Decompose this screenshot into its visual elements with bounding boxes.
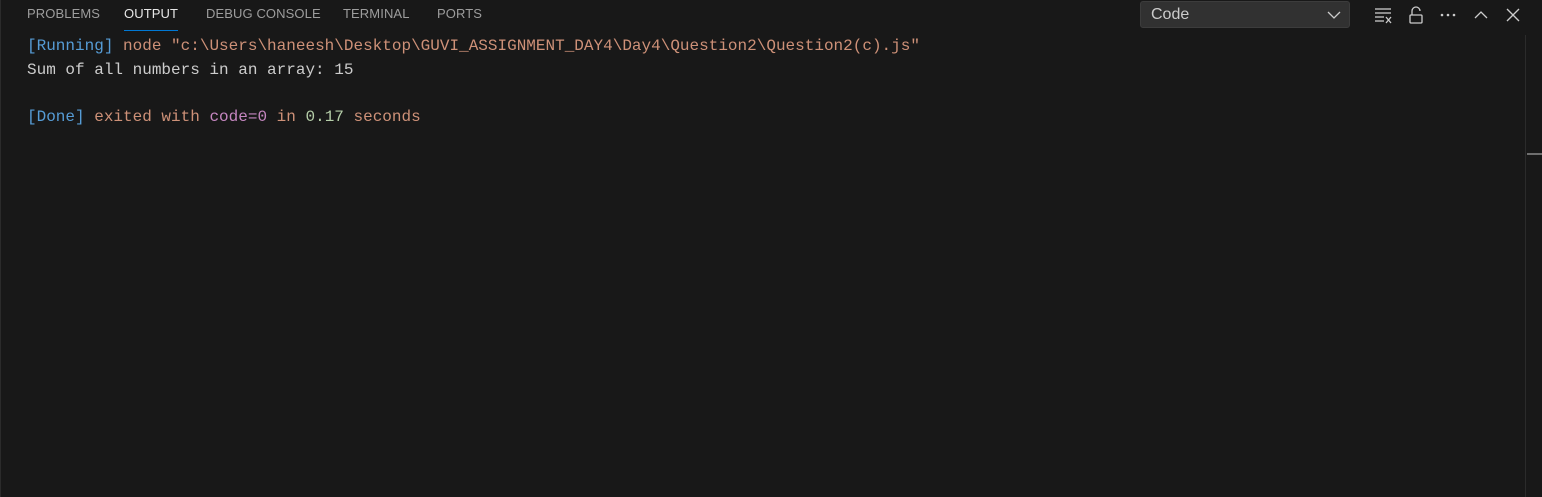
in-text: in (276, 108, 296, 127)
clear-output-icon[interactable] (1372, 4, 1394, 26)
output-log: [Running] node "c:\Users\haneesh\Desktop… (27, 35, 920, 130)
exited-text: exited with (94, 108, 200, 127)
close-panel-icon[interactable] (1502, 4, 1524, 26)
command-text: node "c:\Users\haneesh\Desktop\GUVI_ASSI… (123, 37, 920, 55)
running-tag: [Running] (27, 37, 114, 55)
panel-left-border (0, 0, 1, 497)
running-line: [Running] node "c:\Users\haneesh\Desktop… (27, 35, 920, 59)
vertical-scrollbar[interactable] (1525, 35, 1542, 497)
tab-debug-console[interactable]: DEBUG CONSOLE (206, 6, 321, 30)
more-actions-icon[interactable] (1437, 4, 1459, 26)
tab-ports[interactable]: PORTS (437, 6, 482, 30)
tab-output[interactable]: OUTPUT (124, 6, 179, 31)
output-channel-value: Code (1151, 6, 1190, 23)
tab-problems[interactable]: PROBLEMS (27, 6, 100, 30)
seconds-text: seconds (353, 108, 421, 127)
exit-code: code=0 (209, 108, 268, 127)
result-line: Sum of all numbers in an array: 15 (27, 60, 354, 79)
scrollbar-position-marker (1527, 153, 1542, 155)
output-channel-select[interactable]: Code (1140, 1, 1350, 28)
maximize-panel-icon[interactable] (1470, 4, 1492, 26)
done-tag: [Done] (27, 108, 85, 127)
done-line: [Done] exited with code=0 in 0.17 second… (27, 106, 920, 130)
lock-scroll-icon[interactable] (1405, 4, 1427, 26)
duration-value: 0.17 (305, 108, 344, 127)
chevron-down-icon (1327, 2, 1341, 37)
tab-terminal[interactable]: TERMINAL (343, 6, 410, 30)
